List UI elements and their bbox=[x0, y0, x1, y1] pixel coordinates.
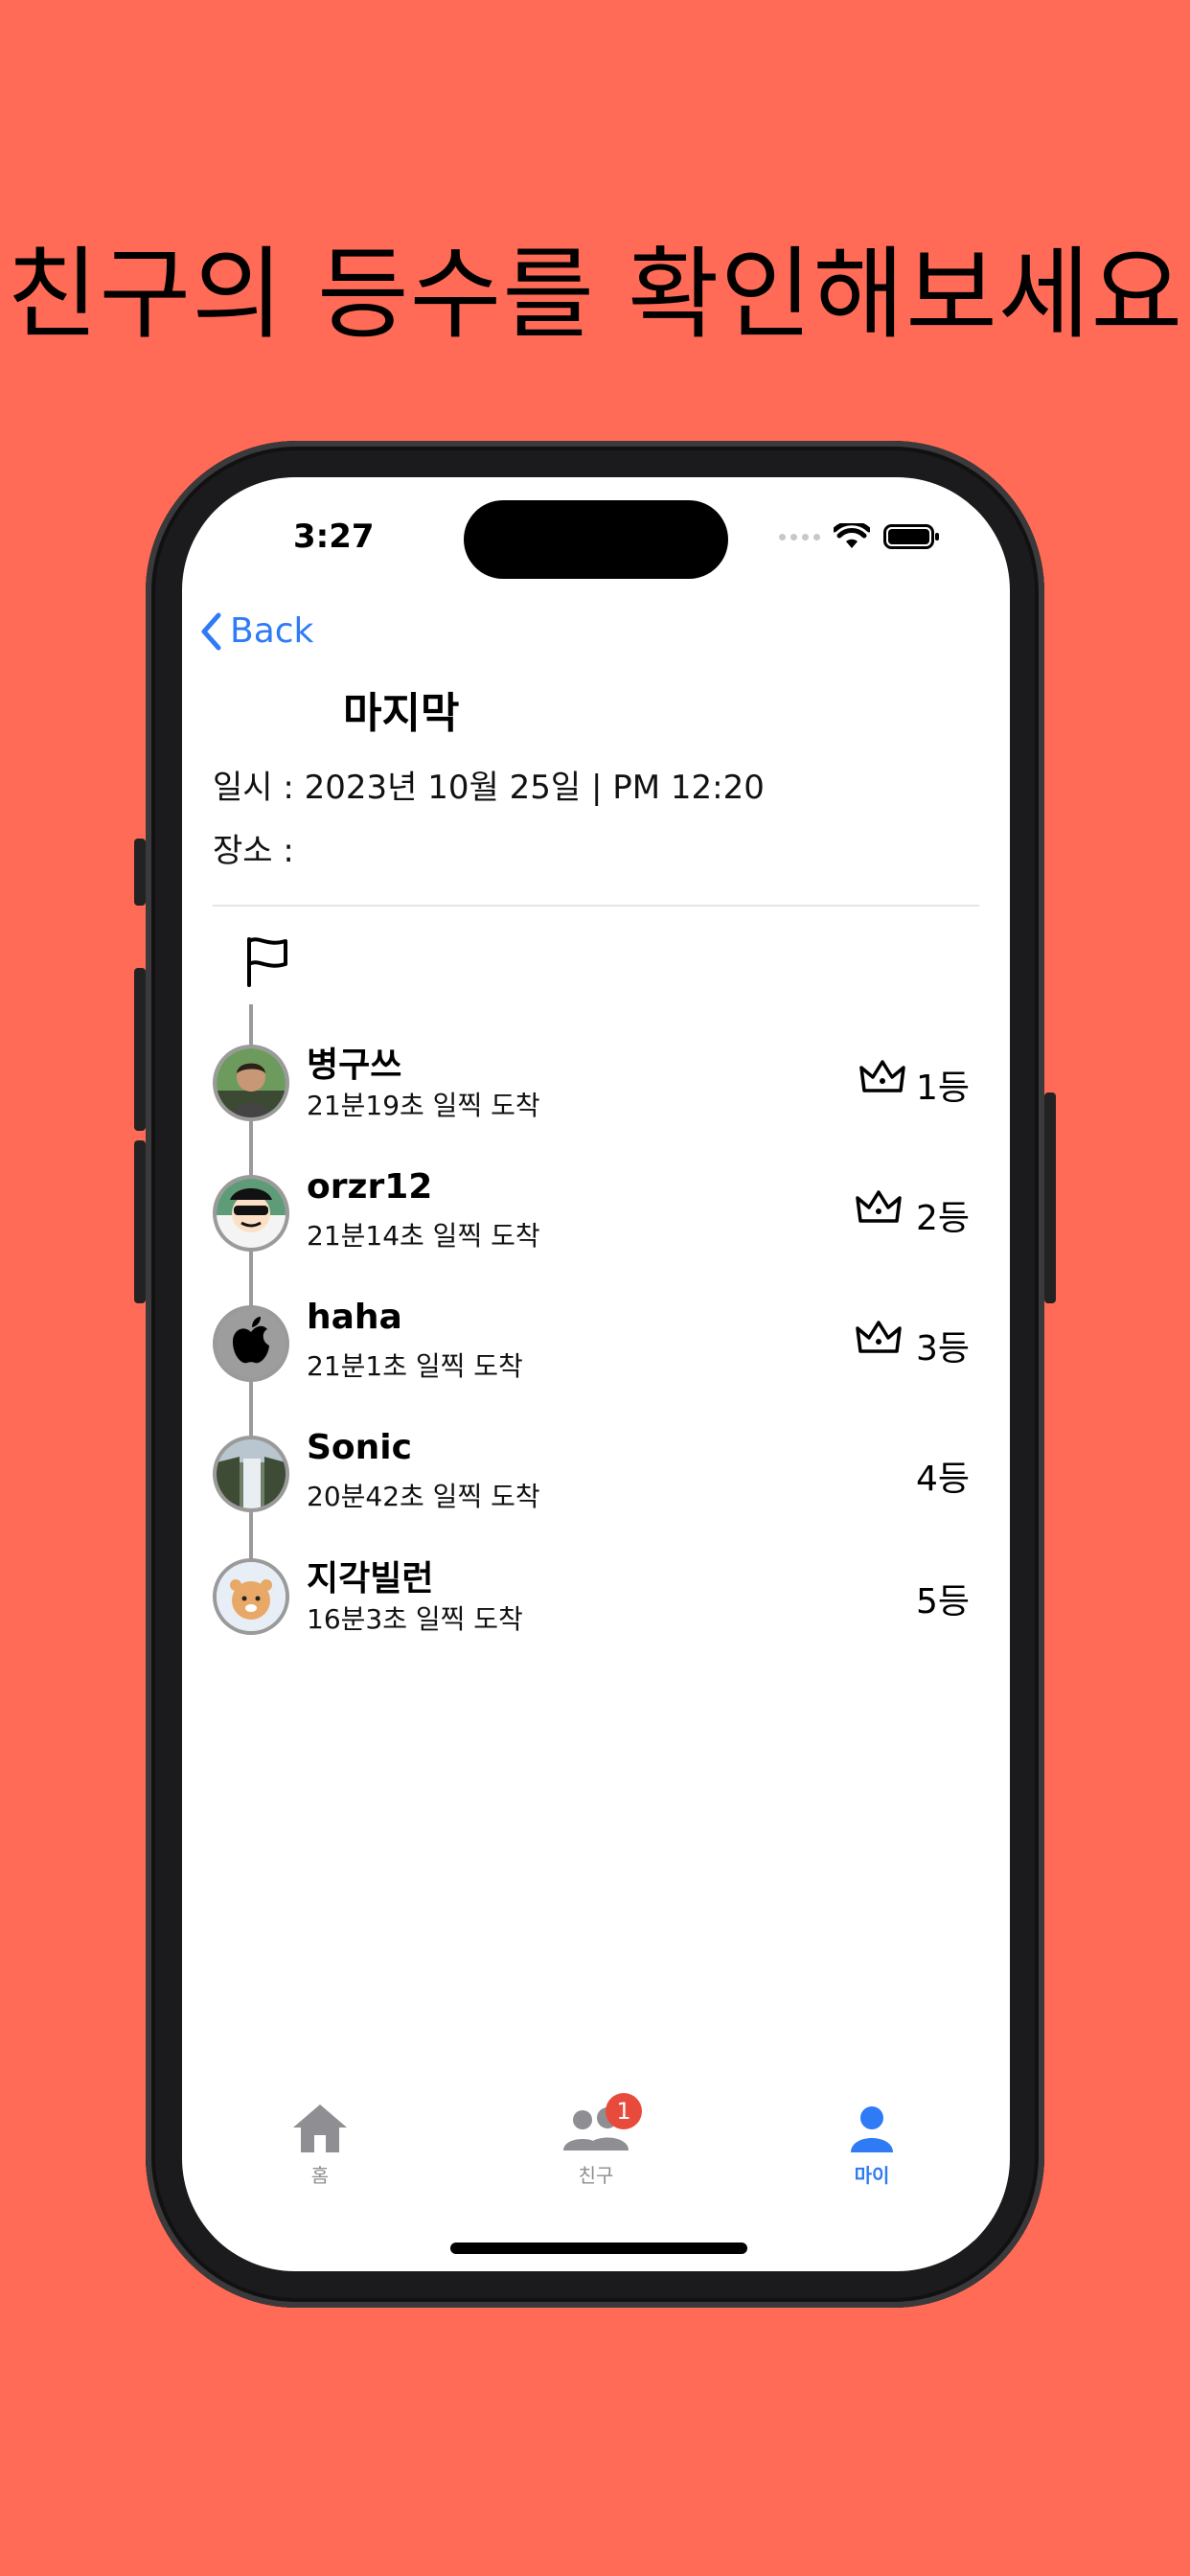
tab-friends-label: 친구 bbox=[578, 2164, 614, 2187]
dynamic-island bbox=[464, 500, 728, 579]
arrival-time: 20분42초 일찍 도착 bbox=[307, 1481, 540, 1512]
phone-power-button bbox=[1044, 1092, 1056, 1303]
tab-home-label: 홈 bbox=[310, 2164, 330, 2187]
crown-icon bbox=[859, 1060, 905, 1092]
member-name: Sonic bbox=[307, 1428, 412, 1467]
phone-volume-up-button bbox=[134, 968, 146, 1131]
back-button-label: Back bbox=[230, 611, 314, 651]
page-title: 마지막 bbox=[343, 689, 460, 738]
rank-label: 1등 bbox=[915, 1069, 970, 1108]
crown-icon bbox=[856, 1321, 902, 1353]
home-indicator[interactable] bbox=[450, 2242, 747, 2254]
status-icons bbox=[779, 523, 941, 550]
arrival-time: 16분3초 일찍 도착 bbox=[307, 1603, 523, 1635]
rank-label: 2등 bbox=[915, 1199, 970, 1238]
phone-silent-switch bbox=[134, 839, 146, 906]
member-name: orzr12 bbox=[307, 1167, 433, 1207]
avatar bbox=[213, 1175, 289, 1252]
home-icon bbox=[293, 2104, 347, 2152]
wifi-icon bbox=[834, 523, 870, 548]
tab-home[interactable]: 홈 bbox=[263, 2101, 378, 2188]
friends-badge: 1 bbox=[606, 2093, 642, 2129]
phone-volume-down-button bbox=[134, 1140, 146, 1303]
ranking-row[interactable]: orzr12 21분14초 일찍 도착 2등 bbox=[213, 1167, 979, 1259]
avatar-photo-person bbox=[217, 1048, 286, 1117]
ranking-row[interactable]: haha 21분1초 일찍 도착 3등 bbox=[213, 1298, 979, 1390]
rank-label: 5등 bbox=[915, 1582, 970, 1622]
back-button[interactable]: Back bbox=[199, 611, 313, 651]
tab-my[interactable]: 마이 bbox=[814, 2101, 929, 2188]
avatar-character bbox=[217, 1562, 286, 1631]
tab-friends[interactable]: 1 친구 bbox=[538, 2093, 653, 2188]
arrival-time: 21분1초 일찍 도착 bbox=[307, 1350, 523, 1382]
meeting-place: 장소 : bbox=[213, 832, 294, 870]
divider bbox=[213, 905, 979, 907]
chevron-left-icon bbox=[201, 612, 221, 650]
cellular-signal-icon bbox=[779, 533, 820, 540]
meeting-date: 일시 : 2023년 10월 25일 | PM 12:20 bbox=[213, 769, 765, 807]
ranking-row[interactable]: 지각빌런 16분3초 일찍 도착 5등 bbox=[213, 1551, 979, 1643]
rank-label: 3등 bbox=[915, 1329, 970, 1368]
tab-bar: 홈 1 친구 마이 bbox=[182, 2093, 1010, 2216]
avatar bbox=[213, 1558, 289, 1635]
arrival-time: 21분14초 일찍 도착 bbox=[307, 1220, 540, 1252]
flag-icon bbox=[247, 937, 287, 987]
status-time: 3:27 bbox=[293, 518, 375, 556]
arrival-time: 21분19초 일찍 도착 bbox=[307, 1090, 540, 1121]
battery-icon bbox=[883, 524, 939, 549]
ranking-row[interactable]: 병구쓰 21분19초 일찍 도착 1등 bbox=[213, 1037, 979, 1129]
ranking-row[interactable]: Sonic 20분42초 일찍 도착 4등 bbox=[213, 1428, 979, 1520]
avatar bbox=[213, 1436, 289, 1512]
avatar-apple-logo bbox=[217, 1309, 286, 1378]
tab-my-label: 마이 bbox=[854, 2164, 890, 2187]
avatar-cartoon bbox=[217, 1179, 286, 1248]
avatar bbox=[213, 1305, 289, 1382]
phone-screen: 3:27 Back 마지막 일시 : 2023년 10월 25일 | PM 12… bbox=[182, 477, 1010, 2271]
avatar bbox=[213, 1045, 289, 1121]
person-icon bbox=[851, 2106, 893, 2152]
promo-headline: 친구의 등수를 확인해보세요 bbox=[6, 236, 1184, 353]
rank-label: 4등 bbox=[915, 1460, 970, 1499]
member-name: 병구쓰 bbox=[307, 1046, 402, 1085]
crown-icon bbox=[856, 1190, 902, 1223]
avatar-waterfall bbox=[217, 1439, 286, 1508]
member-name: 지각빌런 bbox=[307, 1559, 434, 1598]
member-name: haha bbox=[307, 1298, 402, 1337]
